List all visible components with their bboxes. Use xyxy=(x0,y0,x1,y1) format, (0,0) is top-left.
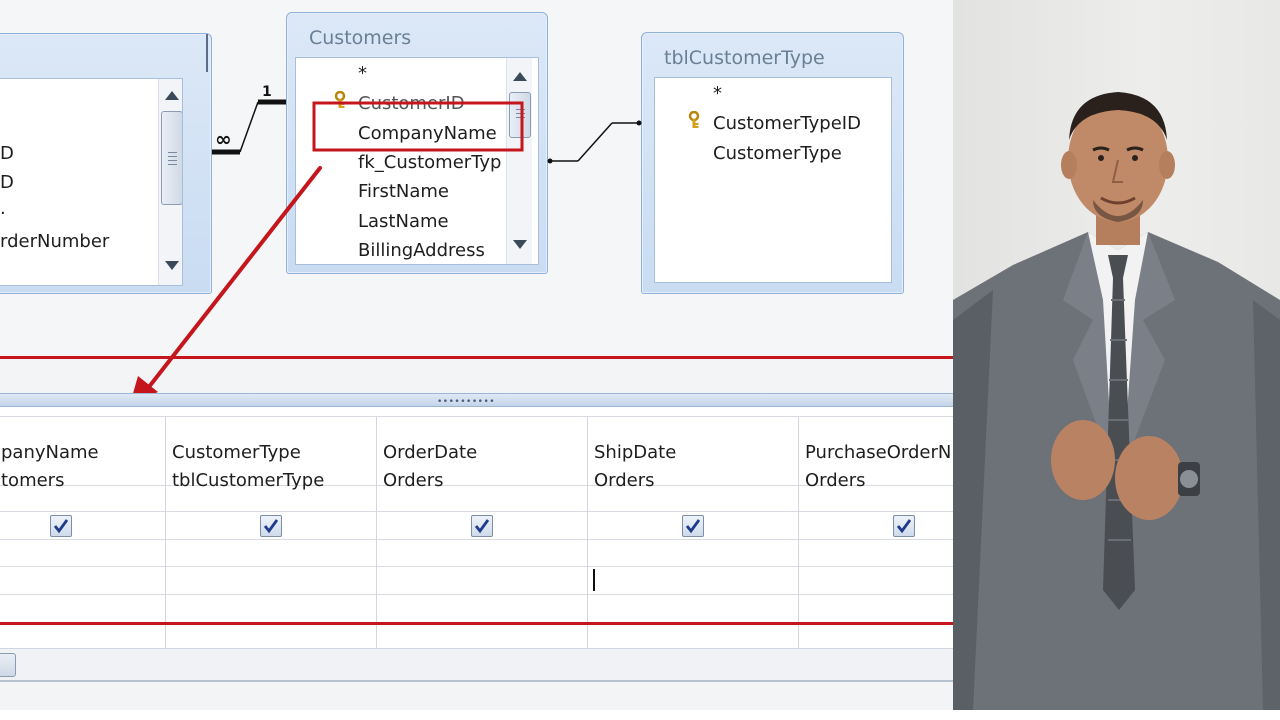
checkmark-icon xyxy=(53,519,69,534)
grid-horizontal-scrollbar[interactable] xyxy=(0,648,953,682)
checkmark-icon xyxy=(263,519,279,534)
text-cursor xyxy=(593,569,595,591)
grid-field-cell[interactable]: panyName xyxy=(1,442,99,463)
grid-column-companyname[interactable]: panyName tomers xyxy=(0,417,165,650)
relationship-many-label: ∞ xyxy=(215,127,232,151)
grid-field-cell[interactable]: PurchaseOrderN xyxy=(805,442,951,463)
checkmark-icon xyxy=(685,519,701,534)
grid-column-purchaseordernumber[interactable]: PurchaseOrderN Orders xyxy=(798,417,953,650)
bottom-highlight-line xyxy=(0,622,953,625)
show-checkbox[interactable] xyxy=(471,515,493,537)
checkmark-icon xyxy=(474,519,490,534)
grid-column-shipdate[interactable]: ShipDate Orders xyxy=(587,417,798,650)
query-designer: D D . rderNumber Customers * CustomerID … xyxy=(0,0,953,710)
show-checkbox[interactable] xyxy=(682,515,704,537)
top-highlight-line xyxy=(0,356,953,359)
grid-field-cell[interactable]: OrderDate xyxy=(383,442,477,463)
grid-column-customertype[interactable]: CustomerType tblCustomerType xyxy=(165,417,376,650)
show-checkbox[interactable] xyxy=(260,515,282,537)
pane-splitter[interactable]: •••••••••• xyxy=(0,393,953,407)
relationship-one-label: 1 xyxy=(262,84,272,100)
presenter-figure xyxy=(953,92,1280,710)
checkmark-icon xyxy=(896,519,912,534)
grid-column-orderdate[interactable]: OrderDate Orders xyxy=(376,417,587,650)
companyname-highlight-box xyxy=(312,101,524,152)
grid-table-cell[interactable]: tomers xyxy=(1,470,64,491)
grid-field-cell[interactable]: CustomerType xyxy=(172,442,301,463)
drag-arrow-icon xyxy=(130,166,322,404)
presenter-photo xyxy=(953,0,1280,710)
grid-table-cell[interactable]: Orders xyxy=(383,470,444,491)
grid-table-cell[interactable]: tblCustomerType xyxy=(172,470,324,491)
table-pane: D D . rderNumber Customers * CustomerID … xyxy=(0,0,953,404)
grid-table-cell[interactable]: Orders xyxy=(805,470,866,491)
grid-table-cell[interactable]: Orders xyxy=(594,470,655,491)
grid-field-cell[interactable]: ShipDate xyxy=(594,442,676,463)
splitter-grip-icon[interactable]: •••••••••• xyxy=(437,397,495,407)
show-checkbox[interactable] xyxy=(893,515,915,537)
scroll-thumb[interactable] xyxy=(0,653,16,677)
show-checkbox[interactable] xyxy=(50,515,72,537)
customers-customertype-relationship-line[interactable] xyxy=(547,120,642,164)
query-design-grid: panyName tomers CustomerType tblCustomer… xyxy=(0,407,953,650)
